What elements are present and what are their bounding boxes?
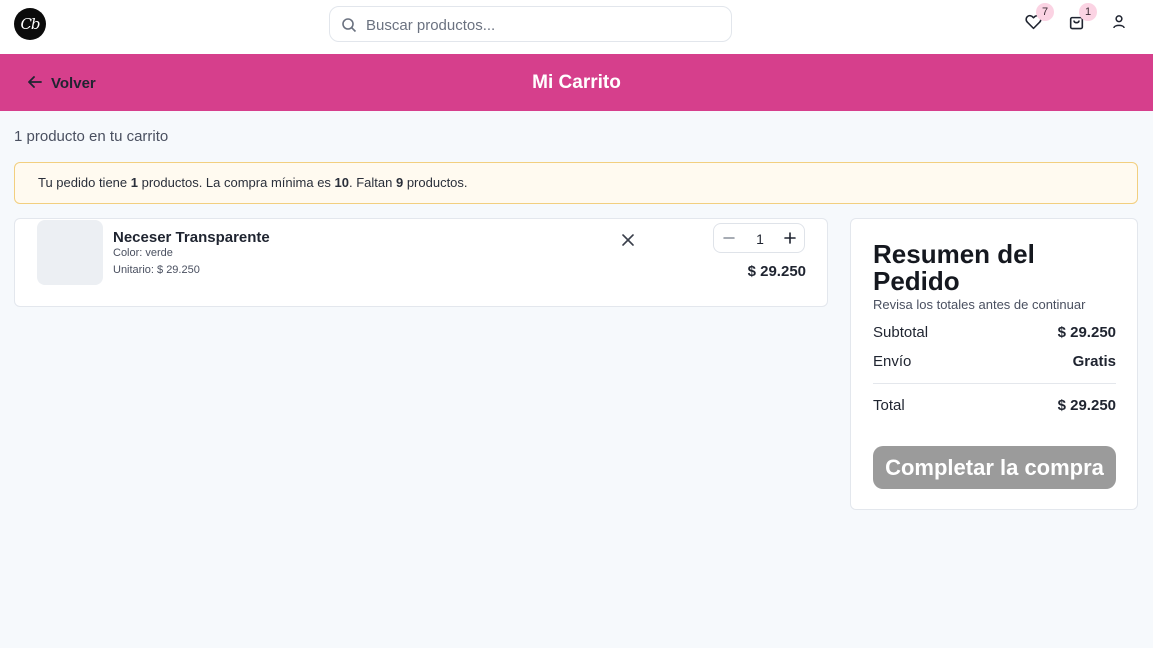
alert-current-count: 1 [130,175,138,190]
minimum-order-alert: Tu pedido tiene 1 productos. La compra m… [14,162,1138,204]
quantity-stepper: 1 [713,223,805,253]
product-thumbnail[interactable] [37,220,103,285]
summary-subtitle: Revisa los totales antes de continuar [873,297,1086,312]
shipping-value: Gratis [1072,353,1116,370]
product-color: Color: verde [113,247,173,259]
product-name[interactable]: Neceser Transparente [113,229,270,246]
total-value: $ 29.250 [1057,397,1116,414]
page-title: Mi Carrito [532,72,621,93]
minus-icon [721,233,737,250]
cart-item: Neceser Transparente Color: verde Unitar… [14,218,828,307]
alert-minimum-count: 10 [334,175,349,190]
search-input[interactable] [366,13,721,37]
total-label: Total [873,397,905,414]
wishlist-count-badge: 7 [1036,3,1054,21]
product-unit-price: Unitario: $ 29.250 [113,264,200,276]
search-icon [341,17,357,33]
account-button[interactable] [1109,14,1129,34]
shipping-label: Envío [873,353,912,370]
close-icon [620,234,636,252]
wishlist-button[interactable]: 7 [1023,3,1054,34]
plus-icon [782,232,798,250]
decrease-quantity-button[interactable] [721,230,737,246]
remove-item-button[interactable] [620,232,636,248]
user-icon [1112,14,1126,34]
cart-header-bar: Volver Mi Carrito [0,54,1153,111]
subtotal-label: Subtotal [873,324,929,341]
cart-button[interactable]: 1 [1066,3,1097,34]
top-navbar: Cb 7 1 [0,0,1153,54]
alert-text-middle: productos. La compra mínima es [138,175,335,190]
cart-count-badge: 1 [1079,3,1097,21]
order-summary: Resumen del Pedido Revisa los totales an… [850,218,1138,510]
alert-text-prefix: Tu pedido tiene [38,175,131,190]
subtotal-value: $ 29.250 [1057,324,1116,341]
search-bar[interactable] [329,6,732,42]
increase-quantity-button[interactable] [782,230,798,246]
summary-title: Resumen del Pedido [873,239,1035,296]
complete-purchase-button[interactable]: Completar la compra [873,446,1116,489]
alert-text-suffix: productos. [403,175,468,190]
quantity-value[interactable]: 1 [752,231,768,247]
cart-item-count: 1 producto en tu carrito [14,128,169,145]
item-total-price: $ 29.250 [747,263,806,280]
brand-logo[interactable]: Cb [14,8,46,40]
alert-text-middle2: . Faltan [349,175,396,190]
summary-divider [873,383,1116,384]
